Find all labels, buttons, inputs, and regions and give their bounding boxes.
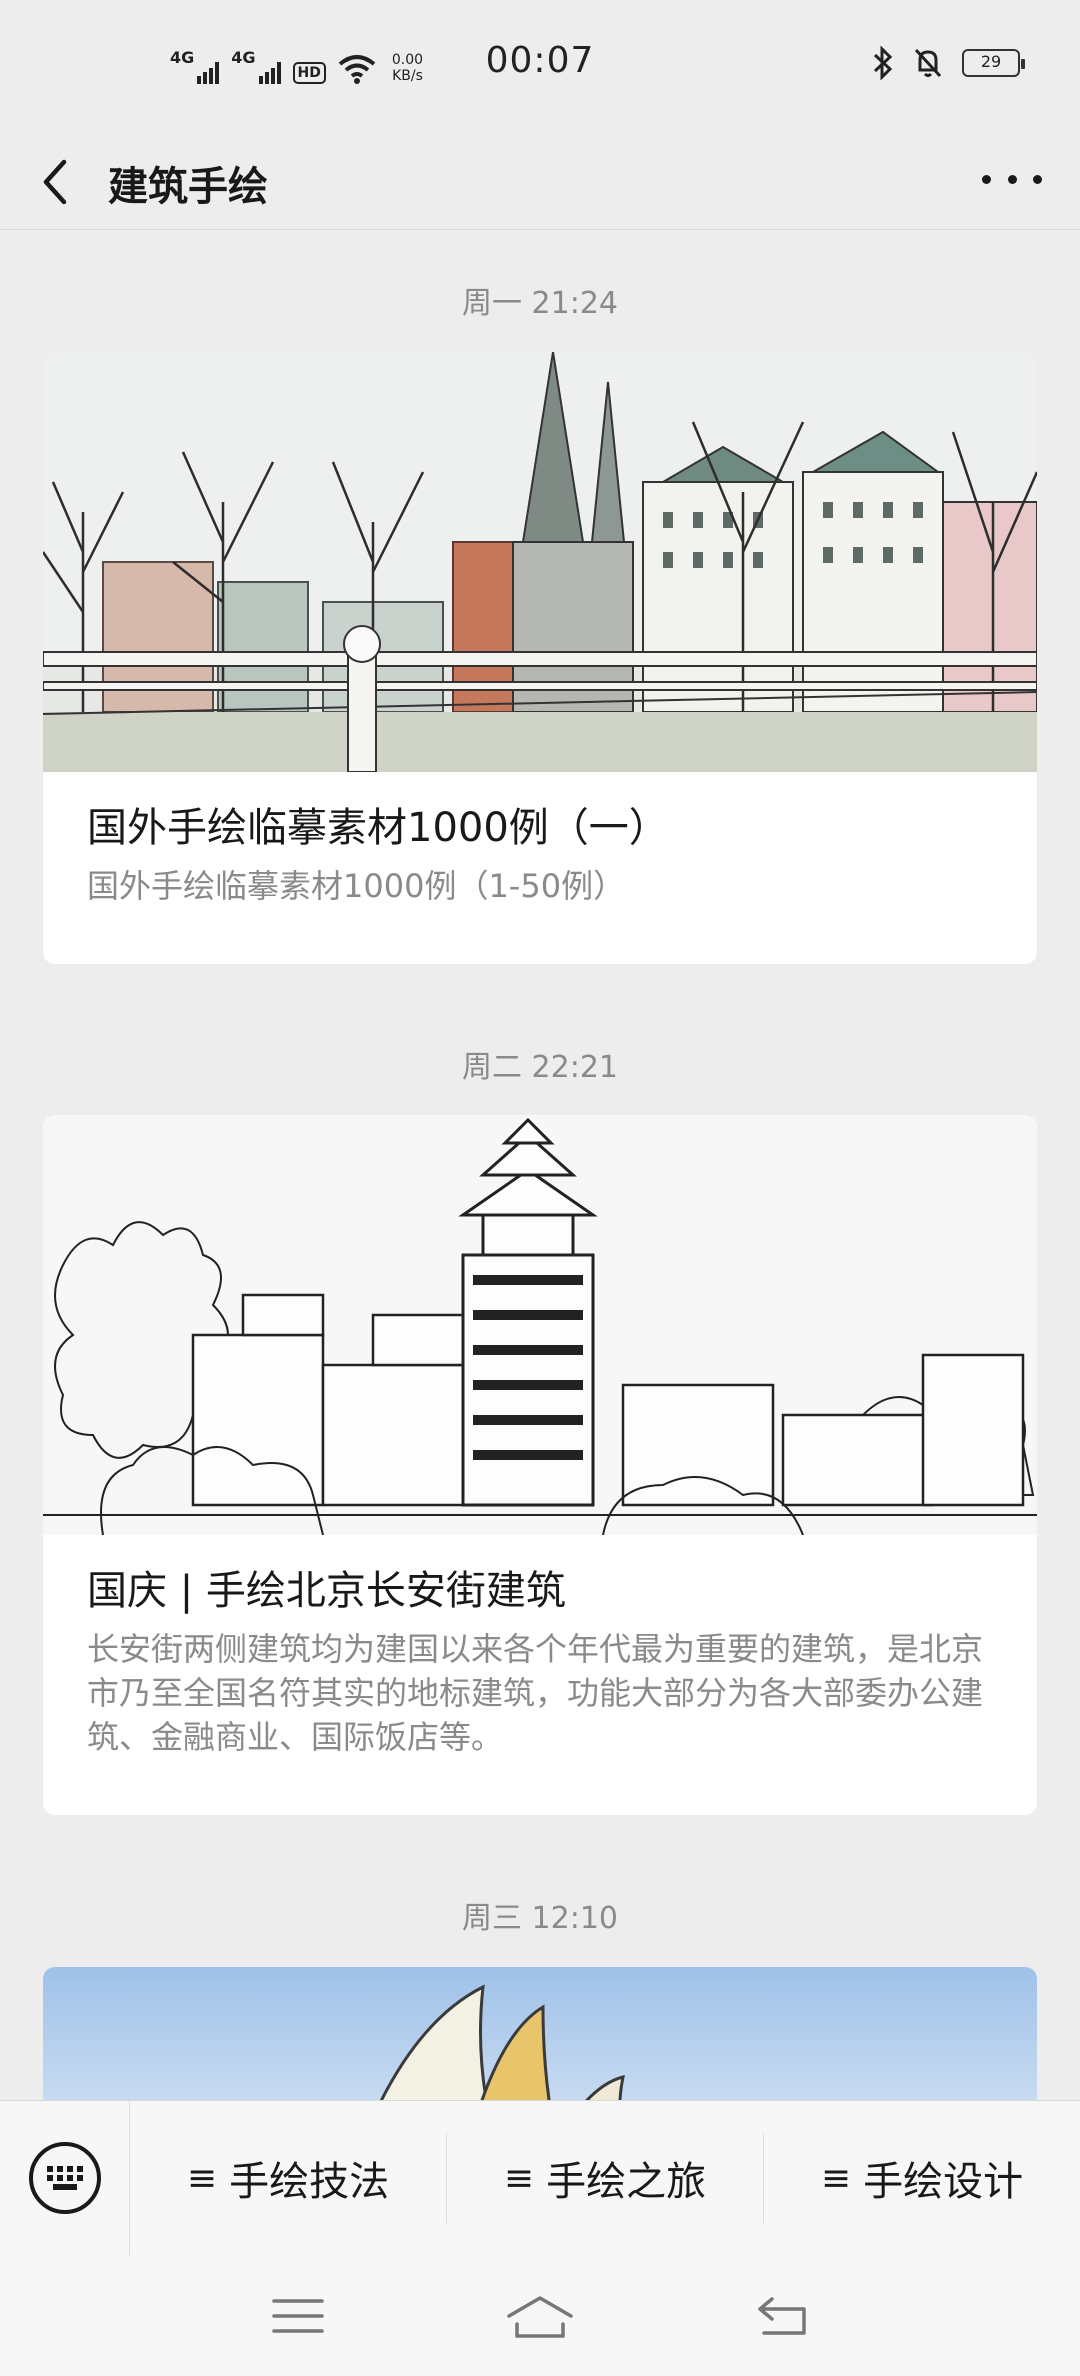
feed-timestamp: 周一 21:24 (462, 286, 618, 321)
menu-item-label: 手绘技法 (229, 2159, 390, 2205)
feed-timestamp: 周二 22:21 (462, 1050, 618, 1085)
status-right: 29 (872, 46, 1025, 80)
article-cover-image (43, 1115, 1037, 1535)
recent-apps-icon[interactable] (270, 2296, 326, 2336)
menu-item-journey[interactable]: ≡ 手绘之旅 (447, 2133, 764, 2223)
official-account-menu: ≡ 手绘技法 ≡ 手绘之旅 ≡ 手绘设计 (0, 2100, 1080, 2256)
article-description: 长安街两侧建筑均为建国以来各个年代最为重要的建筑，是北京市乃至全国名符其实的地标… (87, 1630, 984, 1756)
menu-item-techniques[interactable]: ≡ 手绘技法 (130, 2133, 447, 2223)
article-card-body: 国外手绘临摹素材1000例（一） 国外手绘临摹素材1000例（1-50例） (43, 772, 1037, 948)
keyboard-toggle-button[interactable] (0, 2100, 130, 2256)
more-options-icon[interactable] (982, 164, 1042, 194)
menu-list-icon: ≡ (186, 2157, 218, 2199)
article-card-body: 国庆 | 手绘北京长安街建筑 长安街两侧建筑均为建国以来各个年代最为重要的建筑，… (43, 1535, 1037, 1799)
home-icon[interactable] (505, 2294, 575, 2338)
status-bar: 4G 4G HD 0.00 KB/s 00:07 29 (0, 0, 1080, 130)
article-title: 国庆 | 手绘北京长安街建筑 (87, 1568, 566, 1614)
menu-list-icon: ≡ (503, 2157, 535, 2199)
menu-list-icon: ≡ (820, 2157, 852, 2199)
article-cover-image (43, 352, 1037, 772)
menu-item-label: 手绘之旅 (546, 2159, 707, 2205)
article-card[interactable]: 国庆 | 手绘北京长安街建筑 长安街两侧建筑均为建国以来各个年代最为重要的建筑，… (43, 1115, 1037, 1815)
top-nav: 建筑手绘 (0, 130, 1080, 230)
back-arrow-icon[interactable] (36, 158, 76, 206)
menu-item-label: 手绘设计 (863, 2159, 1024, 2205)
back-nav-icon[interactable] (754, 2295, 810, 2337)
feed-timestamp: 周三 12:10 (462, 1901, 618, 1936)
article-title: 国外手绘临摹素材1000例（一） (87, 805, 669, 851)
page-title: 建筑手绘 (108, 164, 268, 210)
article-card[interactable]: 国外手绘临摹素材1000例（一） 国外手绘临摹素材1000例（1-50例） (43, 352, 1037, 964)
system-navigation-bar (0, 2255, 1080, 2376)
battery-icon: 29 (962, 49, 1025, 77)
menu-item-design[interactable]: ≡ 手绘设计 (764, 2133, 1080, 2223)
article-description: 国外手绘临摹素材1000例（1-50例） (87, 867, 626, 905)
mute-bell-icon (914, 48, 942, 78)
bluetooth-icon (873, 46, 893, 80)
keyboard-icon (28, 2142, 101, 2214)
